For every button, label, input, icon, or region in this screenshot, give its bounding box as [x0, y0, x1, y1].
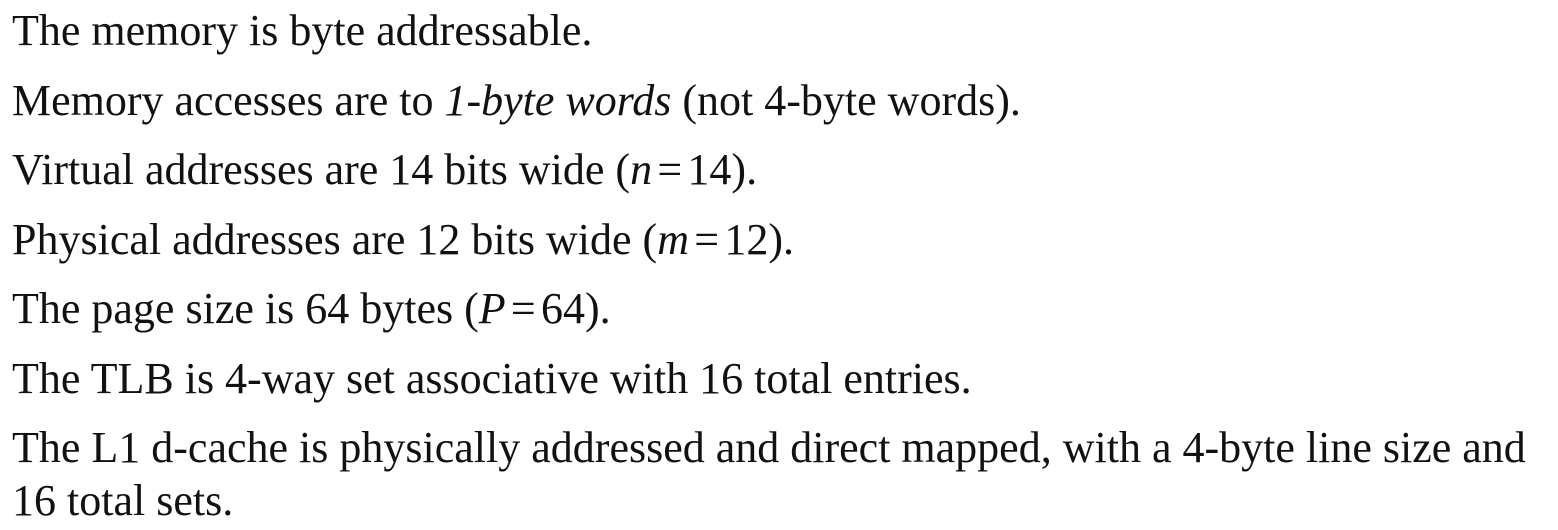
page-size-value: 64 — [541, 284, 585, 333]
word-size-line: Memory accesses are to 1-byte words (not… — [12, 74, 1552, 127]
physical-address-value: 12 — [724, 214, 769, 264]
physical-address-text: Physical addresses are 12 bits wide ( — [12, 214, 658, 264]
virtual-address-equals: = — [657, 145, 683, 194]
word-size-note: (not 4-byte words). — [671, 75, 1021, 125]
physical-address-line: Physical addresses are 12 bits wide (m = 1… — [12, 213, 1552, 266]
virtual-address-value: 14 — [687, 145, 732, 194]
virtual-address-variable: n — [630, 145, 653, 194]
page-size-variable: P — [478, 284, 506, 333]
memory-addressing-line: The memory is byte addressable. — [12, 6, 593, 55]
page-size-line: The page size is 64 bytes (P = 64). — [12, 282, 1552, 335]
virtual-address-close: ). — [731, 145, 758, 194]
word-size-emphasis: 1-byte words — [444, 75, 672, 125]
page-size-close: ). — [585, 284, 611, 333]
page-size-text: The page size is 64 bytes ( — [12, 284, 479, 333]
page-size-equals: = — [510, 284, 536, 333]
document-body: The memory is byte addressable. Memory a… — [12, 0, 1552, 527]
physical-address-close: ). — [768, 214, 794, 264]
tlb-line: The TLB is 4-way set associative with 16… — [12, 353, 972, 403]
virtual-address-text: Virtual addresses are 14 bits wide ( — [12, 145, 631, 194]
physical-address-equals: = — [694, 214, 720, 264]
virtual-address-line: Virtual addresses are 14 bits wide (n = 14… — [12, 143, 1552, 196]
word-size-text: Memory accesses are to — [12, 75, 445, 125]
physical-address-variable: m — [657, 214, 689, 264]
l1-cache-line: The L1 d-cache is physically addressed a… — [12, 423, 1526, 525]
